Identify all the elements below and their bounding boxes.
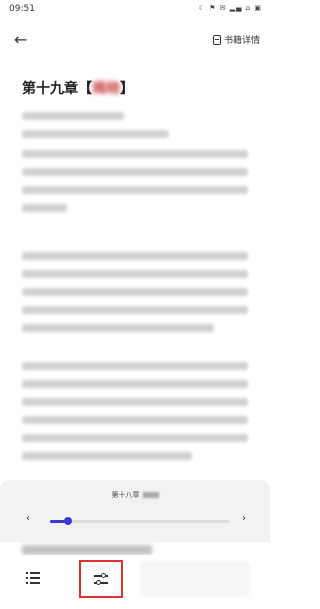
status-bar: 09:51 ☾ ⚑ ✉ ▂▄ ⌂ ▣ xyxy=(0,0,270,20)
list-icon[interactable] xyxy=(26,572,40,584)
bottom-toolbar xyxy=(0,555,270,609)
status-time: 09:51 xyxy=(9,4,35,14)
chapter-title-text: 第十九章【 xyxy=(22,81,92,97)
blurred-paragraph xyxy=(22,150,248,222)
chapter-progress-slider[interactable] xyxy=(50,517,230,525)
next-chapter-button[interactable]: › xyxy=(242,513,246,524)
reading-settings-button[interactable] xyxy=(79,560,123,598)
sliders-icon xyxy=(94,572,108,586)
blurred-action-button[interactable] xyxy=(140,561,250,597)
blurred-text-peek xyxy=(22,545,152,555)
book-details-button[interactable]: 书籍详情 xyxy=(212,33,260,46)
status-icons: ☾ ⚑ ✉ ▂▄ ⌂ ▣ xyxy=(198,4,262,12)
prev-chapter-button[interactable]: ‹ xyxy=(26,513,30,524)
chapter-title: 第十九章【揭晓】 xyxy=(22,78,134,98)
chapter-title-close: 】 xyxy=(120,81,134,97)
chapter-title-blurred: 揭晓 xyxy=(92,81,120,97)
chapter-progress-panel: 第十八章 ‹ › xyxy=(0,480,270,542)
book-icon xyxy=(212,34,221,45)
back-arrow-icon[interactable]: ← xyxy=(14,30,27,49)
top-bar: ← 书籍详情 xyxy=(0,26,270,56)
book-details-label: 书籍详情 xyxy=(223,36,260,46)
slider-thumb[interactable] xyxy=(64,517,72,525)
blurred-paragraph xyxy=(22,362,248,470)
blurred-paragraph xyxy=(22,252,248,342)
current-chapter-label: 第十八章 xyxy=(0,490,270,500)
blurred-paragraph xyxy=(22,112,248,148)
